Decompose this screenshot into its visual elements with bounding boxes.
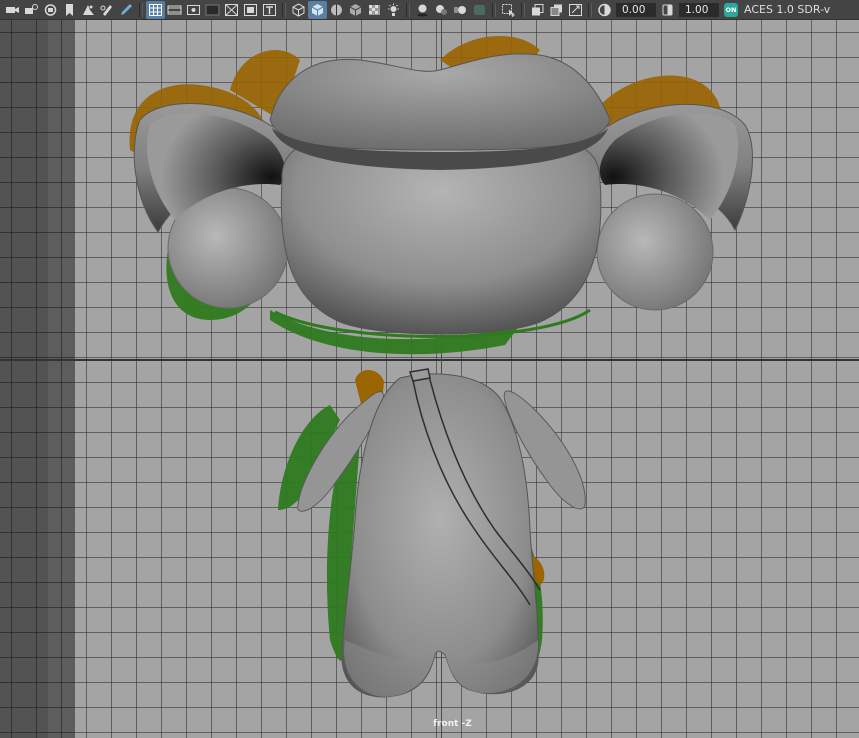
camera-name-label: front -Z xyxy=(433,719,472,729)
maya-viewport-window: 0.00 1.00 ON ACES 1.0 SDR-v front -Z xyxy=(0,0,859,738)
ear-right xyxy=(596,193,714,311)
hat-crown xyxy=(269,53,611,170)
character-scene[interactable] xyxy=(0,0,859,738)
